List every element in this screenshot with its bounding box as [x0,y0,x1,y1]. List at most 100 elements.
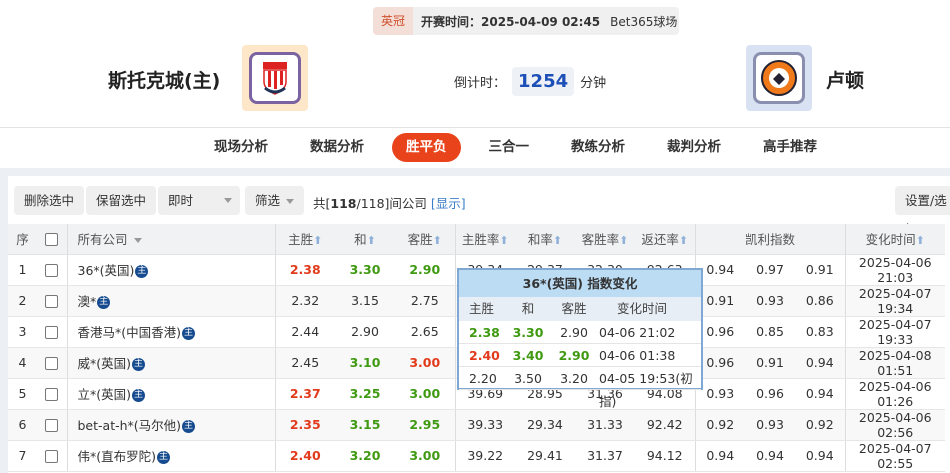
kickoff-time: 开赛时间：2025-04-09 02:45 [421,14,601,29]
change-time[interactable]: 2025-04-07 02:55 [844,440,945,472]
odds-cell: 2.32 [274,285,335,317]
home-badge-icon: 主 [97,296,111,309]
row-checkbox[interactable] [37,254,67,286]
show-link[interactable]: [显示] [431,196,466,211]
home-badge-icon: 主 [132,358,146,371]
settings-button[interactable]: 设置/选择 [895,186,950,237]
chevron-down-icon [286,199,295,204]
tab-5[interactable]: 裁判分析 [653,133,735,162]
odds-cell: 2.95 [395,409,455,441]
company-name[interactable]: 威*(英国) 主 [66,347,275,379]
away-team-logo[interactable] [746,45,812,111]
row-checkbox[interactable] [37,347,67,379]
kelly-cell: 0.93 [745,285,795,317]
col-company[interactable]: 所有公司 [66,224,275,255]
away-team-name[interactable]: 卢顿 [826,66,864,93]
venue: Bet365球场 [610,14,678,29]
keep-selected-button[interactable]: 保留选中 [86,186,157,215]
tab-4[interactable]: 教练分析 [557,133,639,162]
row-index: 1 [8,254,37,286]
change-time[interactable]: 2025-04-06 02:56 [844,409,945,441]
company-name[interactable]: 伟*(直布罗陀) 主 [66,440,275,472]
row-index: 6 [8,409,37,441]
row-index: 3 [8,316,37,348]
sort-up-icon: ⬆ [313,234,323,248]
delete-selected-button[interactable]: 删除选中 [14,186,85,215]
change-time[interactable]: 2025-04-06 21:03 [844,254,945,286]
kelly-cell: 0.91 [795,254,845,286]
tooltip-header: 主胜和客胜 变化时间 [459,297,701,321]
kelly-cell: 0.92 [694,409,745,441]
row-checkbox[interactable] [37,378,67,410]
filter-dropdown[interactable]: 筛选 [245,186,305,215]
row-checkbox[interactable] [37,316,67,348]
col-away-rate[interactable]: 客胜率⬆ [575,224,635,255]
table-row[interactable]: 7 伟*(直布罗陀) 主 2.40 3.20 3.00 39.22 29.41 31.37 94… [8,440,945,472]
col-home[interactable]: 主胜⬆ [274,224,335,255]
match-info-bar: 英冠 开赛时间：2025-04-09 02:45 Bet365球场 [373,7,679,35]
mode-select[interactable]: 即时 [158,186,240,215]
change-time[interactable]: 2025-04-07 19:34 [844,285,945,317]
home-badge-icon: 主 [135,265,149,278]
home-team-name[interactable]: 斯托克城(主) [108,66,220,93]
change-time[interactable]: 2025-04-08 01:51 [844,347,945,379]
mode-value: 即时 [168,193,194,208]
col-draw[interactable]: 和⬆ [335,224,395,255]
tab-6[interactable]: 高手推荐 [749,133,831,162]
company-count: 共[118/118]间公司 [显示] [313,196,466,211]
divider [0,127,950,128]
home-badge-icon: 主 [182,420,196,433]
company-name[interactable]: 香港马*(中国香港) 主 [66,316,275,348]
col-draw-rate[interactable]: 和率⬆ [515,224,575,255]
sort-up-icon: ⬆ [432,234,442,248]
table-row[interactable]: 6 bet-at-h*(马尔他) 主 2.35 3.15 2.95 39.33 29.34 3… [8,409,945,441]
row-checkbox[interactable] [37,440,67,472]
odds-cell: 2.45 [274,347,335,379]
kelly-cell: 0.97 [745,254,795,286]
kelly-cell: 0.83 [795,316,845,348]
rate-cell: 31.33 [575,409,635,441]
row-index: 2 [8,285,37,317]
countdown-unit: 分钟 [580,76,607,91]
kelly-cell: 0.94 [795,440,845,472]
kelly-cell: 0.94 [745,440,795,472]
kelly-cell: 0.94 [795,378,845,410]
rate-cell: 29.34 [515,409,575,441]
sort-up-icon: ⬆ [678,234,689,248]
company-name[interactable]: bet-at-h*(马尔他) 主 [66,409,275,441]
league-badge[interactable]: 英冠 [373,7,414,35]
rate-cell: 29.41 [515,440,575,472]
company-name[interactable]: 36*(英国) 主 [66,254,275,286]
row-index: 4 [8,347,37,379]
odds-cell: 3.00 [395,347,455,379]
odds-cell: 3.10 [335,347,395,379]
row-index: 7 [8,440,37,472]
tooltip-row: 2.38 3.30 2.90 04-06 21:02 [459,321,701,344]
change-time[interactable]: 2025-04-06 01:26 [844,378,945,410]
home-badge-icon: 主 [157,451,171,464]
odds-change-tooltip: 36*(英国) 指数变化 主胜和客胜 变化时间 2.38 3.30 2.90 04-06… [457,268,703,409]
stoke-crest-icon [263,62,287,95]
tab-0[interactable]: 现场分析 [200,133,282,162]
col-home-rate[interactable]: 主胜率⬆ [454,224,515,255]
tab-2[interactable]: 胜平负 [392,133,461,162]
odds-cell: 2.65 [395,316,455,348]
odds-cell: 2.38 [274,254,335,286]
kelly-cell: 0.91 [745,347,795,379]
col-time[interactable]: 变化时间⬆ [844,224,945,255]
tab-3[interactable]: 三合一 [475,133,544,162]
select-all-checkbox[interactable] [37,224,67,255]
tab-1[interactable]: 数据分析 [296,133,378,162]
company-name[interactable]: 立*(英国) 主 [66,378,275,410]
kelly-cell: 0.85 [745,316,795,348]
odds-cell: 3.20 [335,440,395,472]
row-checkbox[interactable] [37,409,67,441]
company-name[interactable]: 澳* 主 [66,285,275,317]
col-return-rate[interactable]: 返还率⬆ [635,224,695,255]
chevron-down-icon [133,238,142,244]
row-checkbox[interactable] [37,285,67,317]
col-away[interactable]: 客胜⬆ [395,224,455,255]
home-team-logo[interactable] [242,45,308,111]
change-time[interactable]: 2025-04-07 19:33 [844,316,945,348]
odds-cell: 2.90 [335,316,395,348]
